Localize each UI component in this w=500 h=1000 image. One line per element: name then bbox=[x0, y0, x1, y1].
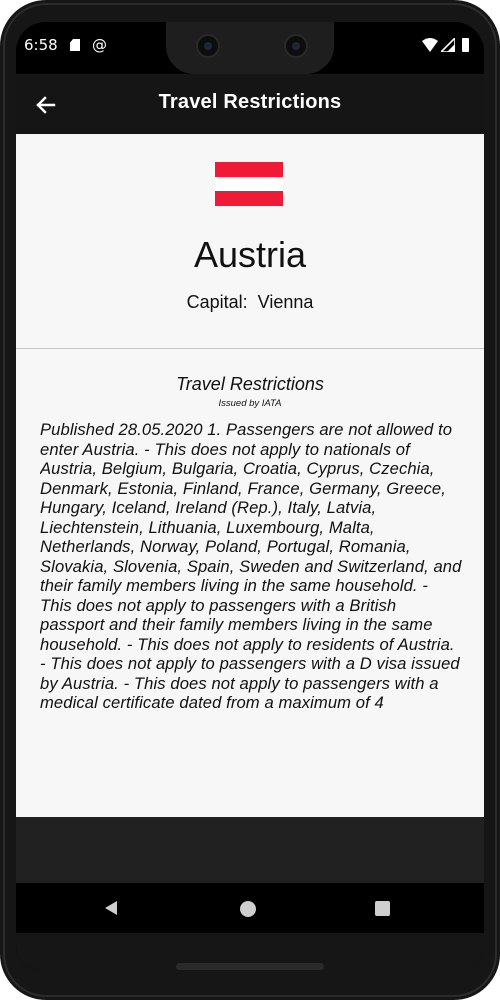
restrictions-text[interactable]: Published 28.05.2020 1. Passengers are n… bbox=[40, 420, 464, 766]
capital-label: Capital: bbox=[186, 292, 248, 312]
main-content[interactable]: Austria Capital: Vienna Travel Restricti… bbox=[16, 134, 484, 817]
flag-stripe-middle bbox=[215, 176, 283, 192]
status-bar: 6:58 @ bbox=[16, 22, 484, 74]
capital-value: Vienna bbox=[257, 292, 314, 312]
signal-icon bbox=[441, 38, 455, 52]
bezel-bottom bbox=[16, 933, 484, 970]
camera-notch bbox=[166, 22, 334, 74]
phone-device-frame: 6:58 @ Travel Restrictions Austria Capit… bbox=[0, 0, 500, 1000]
phone-screen: 6:58 @ Travel Restrictions Austria Capit… bbox=[16, 22, 484, 970]
restrictions-source: Issued by IATA bbox=[218, 398, 282, 409]
status-time: 6:58 bbox=[24, 36, 58, 54]
bottom-area bbox=[16, 817, 484, 883]
at-sign-icon: @ bbox=[92, 36, 107, 54]
front-camera-right bbox=[284, 34, 308, 58]
system-nav-bar bbox=[16, 883, 484, 933]
front-camera-left bbox=[196, 34, 220, 58]
restrictions-title: Travel Restrictions bbox=[176, 374, 324, 394]
nav-recents-icon[interactable] bbox=[375, 901, 390, 916]
nav-home-icon[interactable] bbox=[240, 901, 256, 917]
austria-flag-icon bbox=[215, 162, 283, 206]
capital-row: Capital: Vienna bbox=[16, 292, 484, 313]
status-icons-right bbox=[416, 38, 476, 54]
bottom-speaker bbox=[176, 963, 324, 970]
sd-card-icon bbox=[70, 39, 80, 51]
country-name: Austria bbox=[193, 234, 307, 275]
page-title: Travel Restrictions bbox=[158, 91, 342, 113]
section-divider bbox=[16, 348, 484, 349]
flag-stripe-top bbox=[215, 162, 283, 177]
nav-back-icon[interactable] bbox=[103, 900, 119, 916]
battery-icon bbox=[462, 38, 469, 52]
app-bar: Travel Restrictions bbox=[16, 74, 484, 134]
flag-stripe-bottom bbox=[215, 191, 283, 206]
country-header: Austria Capital: Vienna bbox=[16, 134, 484, 348]
wifi-icon bbox=[422, 38, 438, 52]
